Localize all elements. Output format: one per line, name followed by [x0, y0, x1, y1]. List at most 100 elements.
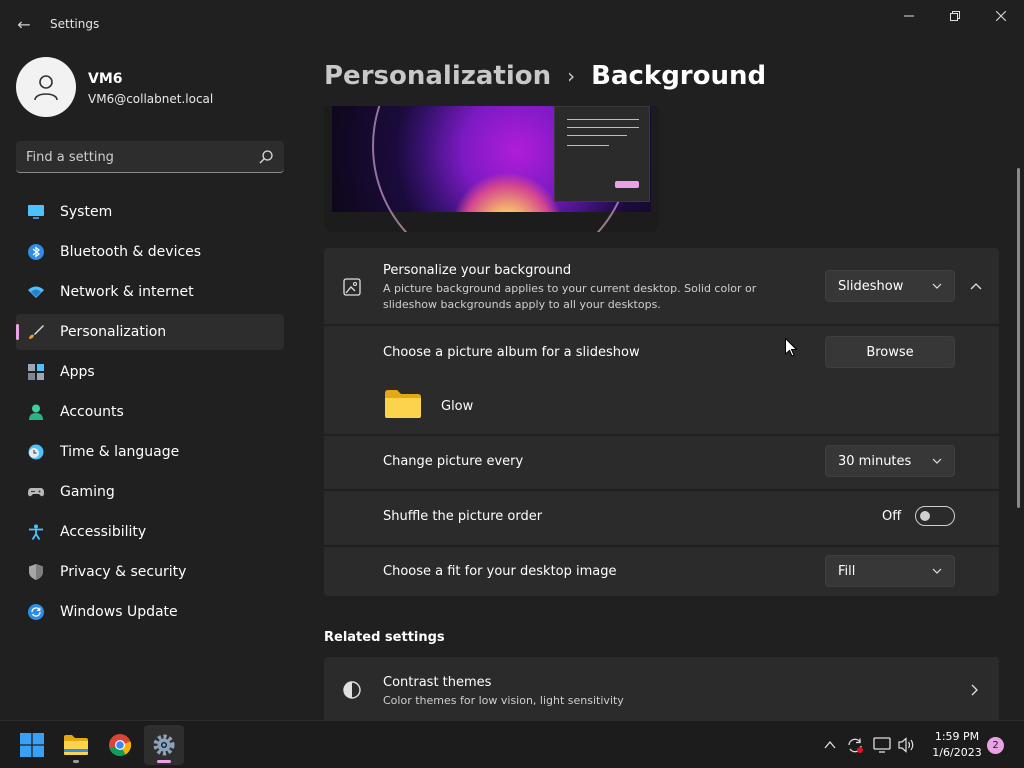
- speaker-icon: [898, 737, 914, 753]
- interval-dropdown[interactable]: 30 minutes: [825, 445, 955, 477]
- preview-button-mock: [615, 181, 639, 188]
- sidebar-item-accessibility[interactable]: Accessibility: [16, 514, 284, 550]
- sidebar-item-apps[interactable]: Apps: [16, 354, 284, 390]
- notification-badge[interactable]: 2: [987, 737, 1004, 754]
- chrome-icon: [109, 734, 132, 757]
- search-input[interactable]: [26, 148, 246, 166]
- search-box[interactable]: [16, 141, 284, 173]
- settings-taskbar-button[interactable]: [144, 725, 184, 765]
- file-explorer-taskbar-button[interactable]: [56, 725, 96, 765]
- accessibility-icon: [29, 524, 43, 540]
- sidebar-item-privacy-security[interactable]: Privacy & security: [16, 554, 284, 590]
- shuffle-state-label: Off: [882, 509, 902, 524]
- start-button[interactable]: [12, 725, 52, 765]
- taskbar-running-indicator: [73, 760, 79, 763]
- contrast-themes-description: Color themes for low vision, light sensi…: [383, 694, 624, 707]
- app-title: Settings: [50, 17, 100, 31]
- brush-icon: [29, 325, 44, 339]
- shuffle-label: Shuffle the picture order: [383, 509, 543, 524]
- contrast-icon: [343, 681, 361, 699]
- update-icon: [28, 604, 44, 620]
- sidebar-item-personalization[interactable]: Personalization: [16, 314, 284, 350]
- search-icon[interactable]: [258, 149, 274, 165]
- sidebar-item-network[interactable]: Network & internet: [16, 274, 284, 310]
- show-hidden-icons-button[interactable]: [820, 735, 840, 755]
- toggle-knob: [920, 511, 930, 521]
- contrast-themes-title: Contrast themes: [383, 675, 492, 690]
- volume-tray-button[interactable]: [897, 735, 917, 755]
- chevron-down-icon: [932, 568, 942, 574]
- taskbar-running-indicator: [157, 760, 171, 763]
- sidebar-item-label: Personalization: [60, 324, 167, 340]
- gear-icon: [153, 734, 175, 756]
- taskbar: 1:59 PM 1/6/2023 2: [0, 720, 1024, 768]
- contrast-themes-link[interactable]: Contrast themes Color themes for low vis…: [324, 657, 999, 720]
- folder-icon: [385, 390, 421, 418]
- background-description-line2: slideshow backgrounds apply to all your …: [383, 298, 661, 311]
- clock-globe-icon: [28, 444, 44, 460]
- sidebar-item-label: Accounts: [60, 404, 124, 420]
- avatar: [16, 57, 76, 117]
- sidebar-item-label: Bluetooth & devices: [60, 244, 202, 260]
- person-icon: [29, 404, 43, 420]
- page-title: Background: [591, 61, 767, 91]
- back-button[interactable]: ←: [10, 10, 38, 38]
- sidebar-item-gaming[interactable]: Gaming: [16, 474, 284, 510]
- user-profile[interactable]: VM6 VM6@collabnet.local: [16, 57, 286, 117]
- background-title: Personalize your background: [383, 263, 572, 278]
- clock-time: 1:59 PM: [934, 730, 980, 743]
- dropdown-value: 30 minutes: [838, 454, 912, 469]
- collapse-button[interactable]: [962, 272, 990, 300]
- taskbar-clock[interactable]: 1:59 PM 1/6/2023: [928, 729, 986, 761]
- background-type-dropdown[interactable]: Slideshow: [825, 270, 955, 302]
- user-name: VM6: [88, 71, 123, 87]
- title-bar: ← Settings: [0, 0, 1024, 48]
- breadcrumb-parent-link[interactable]: Personalization: [324, 61, 551, 91]
- sidebar-item-windows-update[interactable]: Windows Update: [16, 594, 284, 630]
- file-explorer-icon: [64, 735, 88, 755]
- dropdown-value: Slideshow: [838, 279, 904, 294]
- monitor-icon: [28, 205, 44, 219]
- shuffle-toggle[interactable]: [915, 506, 955, 526]
- desktop-preview: [324, 106, 659, 232]
- sidebar-item-time-language[interactable]: Time & language: [16, 434, 284, 470]
- network-tray-button[interactable]: [872, 735, 892, 755]
- restore-icon: [950, 11, 960, 21]
- sidebar-item-label: Network & internet: [60, 284, 194, 300]
- chevron-down-icon: [932, 458, 942, 464]
- fit-row: Choose a fit for your desktop image Fill: [324, 547, 999, 596]
- breadcrumb-separator: ›: [567, 64, 576, 88]
- browse-button[interactable]: Browse: [825, 336, 955, 368]
- sidebar-item-bluetooth[interactable]: Bluetooth & devices: [16, 234, 284, 270]
- fit-dropdown[interactable]: Fill: [825, 555, 955, 587]
- breadcrumb: Personalization › Background: [324, 58, 766, 94]
- sidebar-item-system[interactable]: System: [16, 194, 284, 230]
- sidebar-item-label: System: [60, 204, 113, 220]
- scrollbar-thumb[interactable]: [1017, 168, 1020, 508]
- fit-label: Choose a fit for your desktop image: [383, 564, 617, 579]
- shuffle-row: Shuffle the picture order Off: [324, 491, 999, 545]
- sidebar-item-label: Time & language: [60, 444, 180, 460]
- preview-line: [567, 127, 639, 128]
- restore-button[interactable]: [932, 0, 978, 32]
- picture-icon: [343, 278, 361, 296]
- sidebar-item-accounts[interactable]: Accounts: [16, 394, 284, 430]
- chevron-down-icon: [932, 283, 942, 289]
- user-email: VM6@collabnet.local: [88, 92, 214, 106]
- chevron-up-icon: [970, 282, 982, 289]
- windows-logo-icon: [20, 733, 44, 757]
- person-icon: [34, 75, 58, 101]
- preview-line: [567, 145, 609, 146]
- chevron-up-icon: [824, 741, 836, 749]
- minimize-button[interactable]: [886, 0, 932, 32]
- sync-alert-icon: [848, 738, 863, 753]
- wallpaper-preview-image: [332, 106, 651, 232]
- minimize-icon: [904, 15, 914, 17]
- sidebar-item-label: Accessibility: [60, 524, 147, 540]
- bluetooth-icon: [28, 244, 44, 260]
- chrome-taskbar-button[interactable]: [100, 725, 140, 765]
- album-folder-name[interactable]: Glow: [441, 399, 473, 414]
- close-button[interactable]: [978, 0, 1024, 32]
- background-description-line1: A picture background applies to your cur…: [383, 282, 757, 295]
- sync-tray-button[interactable]: [845, 735, 865, 755]
